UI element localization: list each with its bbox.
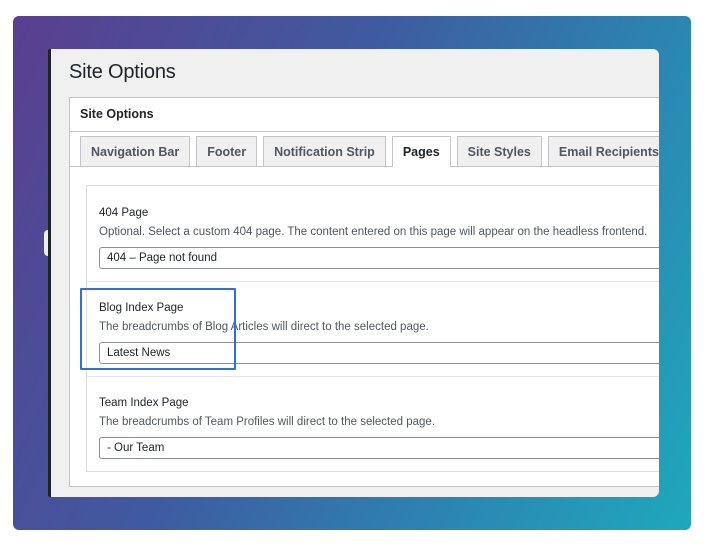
field-label: Blog Index Page (99, 302, 184, 314)
pages-fields: 404 Page Optional. Select a custom 404 p… (86, 185, 659, 472)
tab-site-styles[interactable]: Site Styles (456, 136, 542, 166)
page-title: Site Options (69, 61, 176, 83)
select-team-index-page[interactable]: - Our Team (99, 437, 659, 459)
field-404-page: 404 Page Optional. Select a custom 404 p… (87, 186, 659, 282)
field-description: The breadcrumbs of Team Profiles will di… (99, 416, 436, 428)
field-team-index-page: Team Index Page The breadcrumbs of Team … (87, 376, 659, 471)
field-blog-index-page: Blog Index Page The breadcrumbs of Blog … (87, 281, 659, 377)
tab-footer[interactable]: Footer (196, 136, 258, 166)
tab-email-recipients[interactable]: Email Recipients (547, 136, 659, 166)
field-description: The breadcrumbs of Blog Articles will di… (99, 321, 429, 333)
tab-pages[interactable]: Pages (391, 136, 451, 167)
settings-window: Site Options Site Options Navigation Bar… (48, 49, 659, 497)
tab-notification-strip[interactable]: Notification Strip (263, 136, 386, 166)
tabs-divider (70, 166, 659, 167)
panel-header[interactable]: Site Options (70, 98, 659, 132)
site-options-panel: Site Options Navigation Bar Footer Notif… (69, 97, 659, 487)
field-description: Optional. Select a custom 404 page. The … (99, 226, 648, 238)
tabs-bar: Navigation Bar Footer Notification Strip… (80, 136, 659, 167)
field-label: 404 Page (99, 207, 149, 219)
panel-title: Site Options (80, 107, 154, 121)
select-404-page[interactable]: 404 – Page not found (99, 247, 659, 269)
select-blog-index-page[interactable]: Latest News (99, 342, 659, 364)
tab-navigation-bar[interactable]: Navigation Bar (80, 136, 191, 166)
field-label: Team Index Page (99, 397, 189, 409)
